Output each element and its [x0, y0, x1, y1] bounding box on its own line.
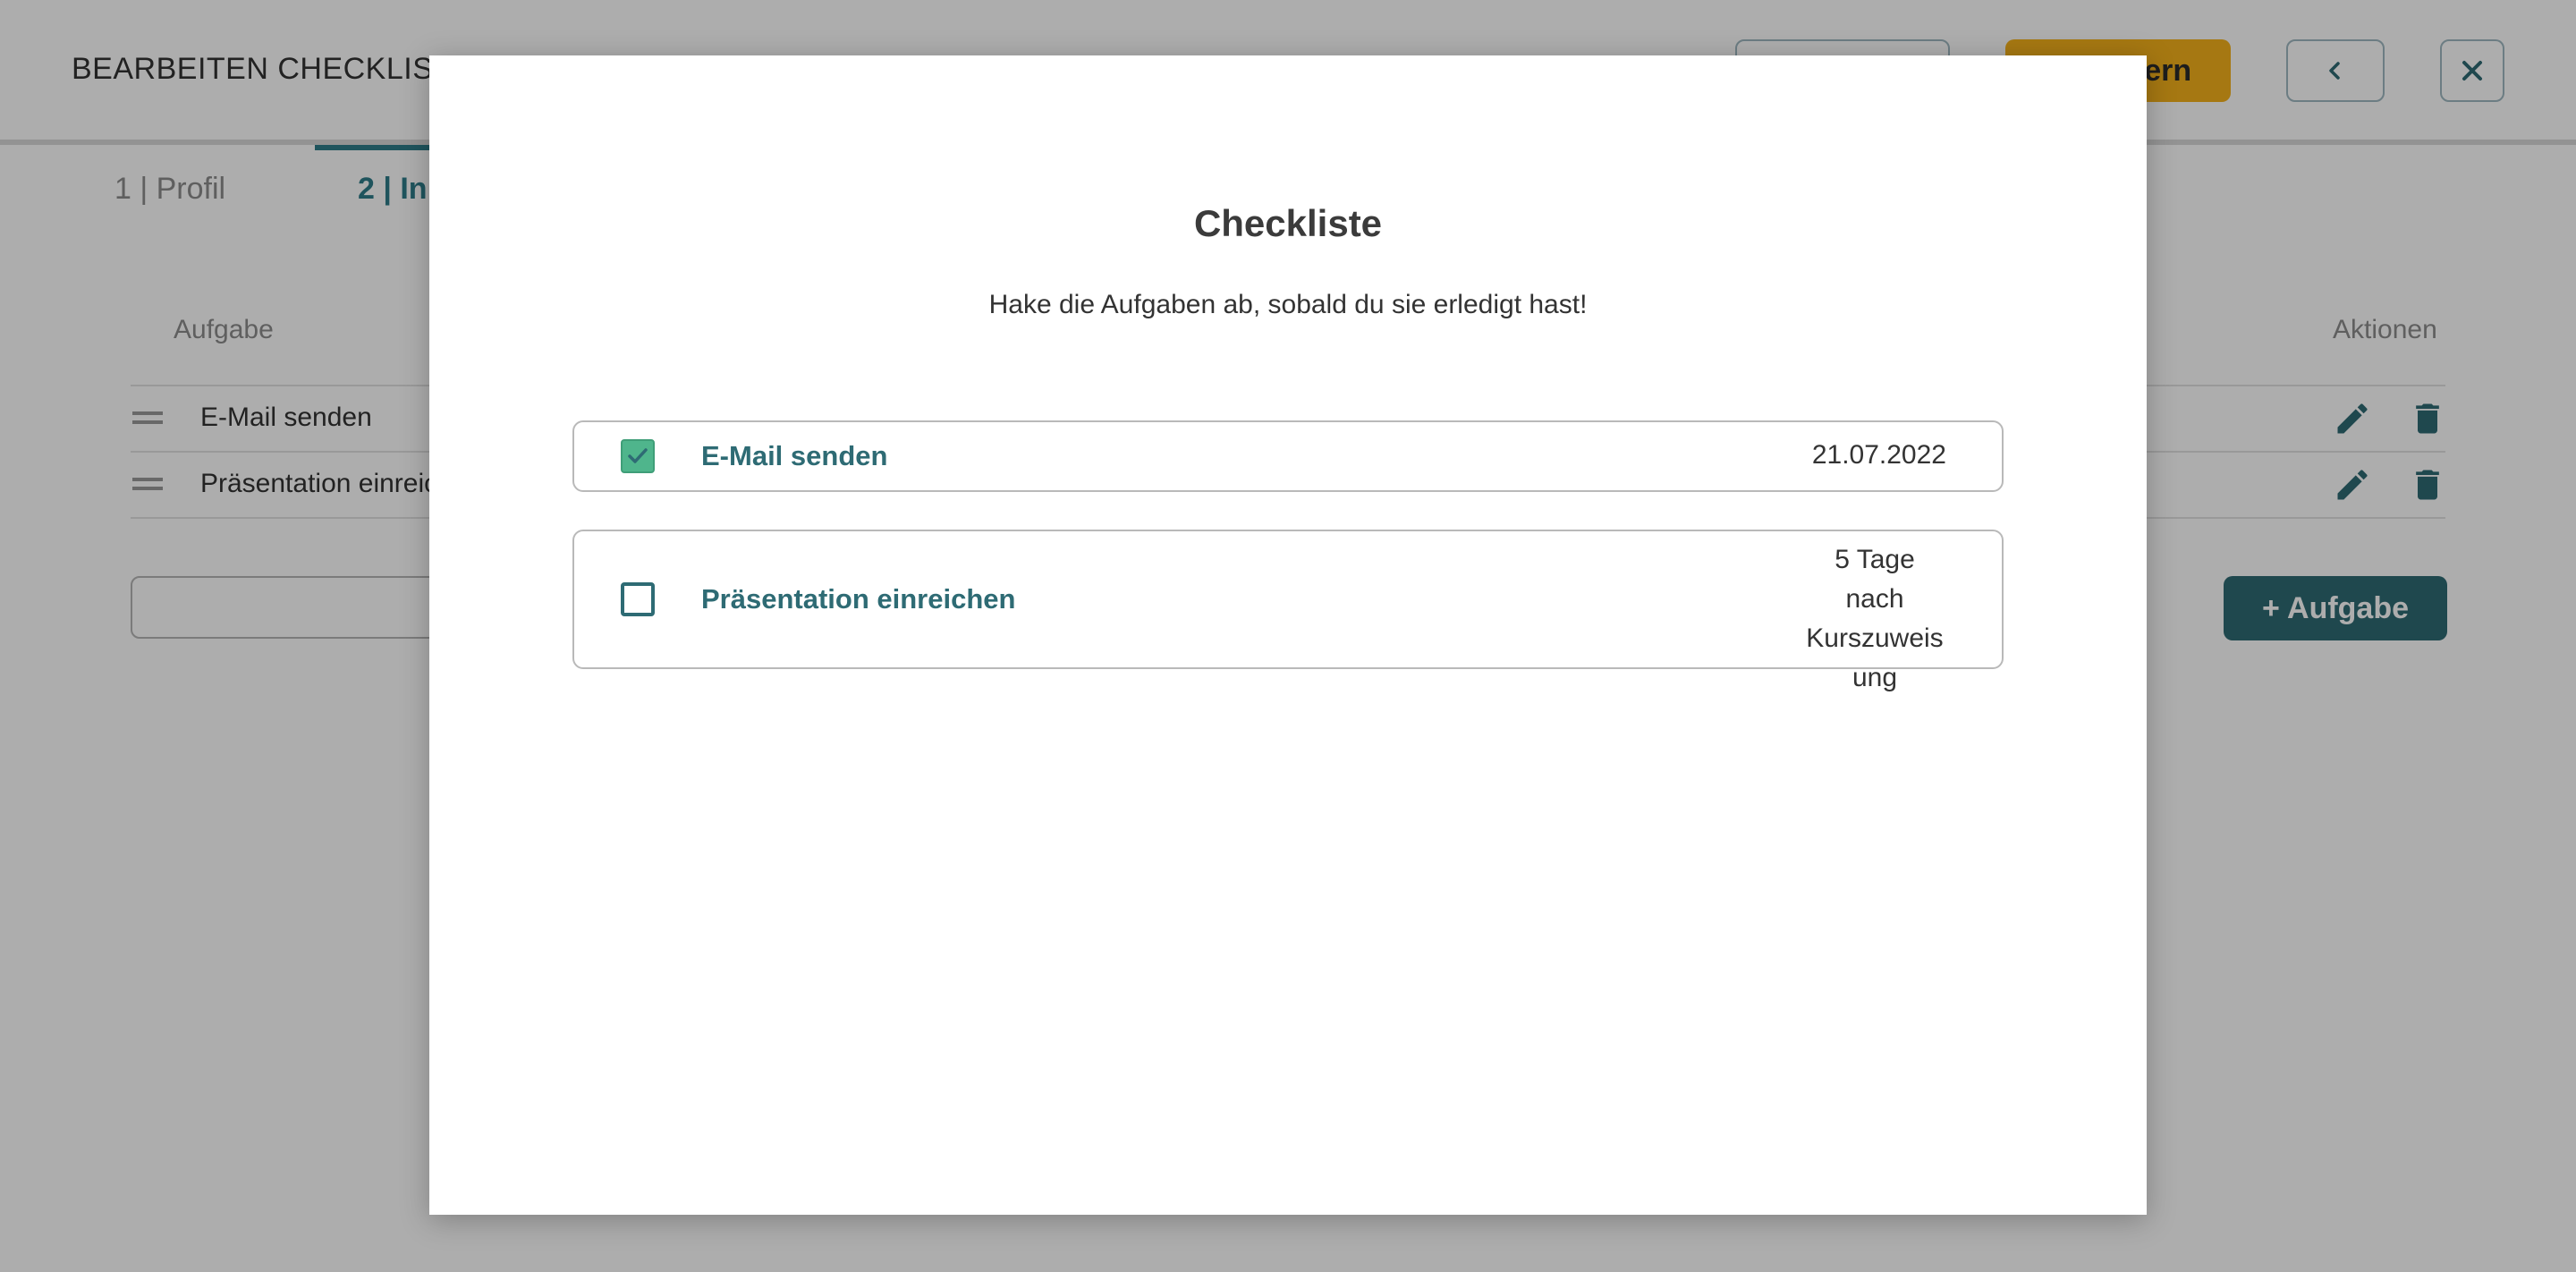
checklist-item[interactable]: E-Mail senden 21.07.2022	[572, 420, 2004, 492]
modal-title: Checkliste	[1193, 202, 1383, 244]
task-due-line: 5 Tage nach	[1835, 545, 1915, 614]
modal-subtitle: Hake die Aufgaben ab, sobald du sie erle…	[988, 290, 1588, 319]
check-icon	[628, 448, 648, 463]
task-checkbox[interactable]	[621, 439, 655, 473]
task-name: E-Mail senden	[701, 440, 888, 471]
task-due-line: Kurszuweis	[1806, 623, 1944, 653]
task-due-date: 21.07.2022	[1811, 440, 1946, 470]
task-name: Präsentation einreichen	[701, 583, 1016, 615]
task-due-date: 5 Tage nach Kurszuweis ung	[1803, 540, 1946, 698]
task-checkbox[interactable]	[621, 582, 655, 616]
checklist-modal: Checkliste Hake die Aufgaben ab, sobald …	[429, 55, 2147, 1215]
checklist-item[interactable]: Präsentation einreichen 5 Tage nach Kurs…	[572, 530, 2004, 692]
task-due-line: ung	[1852, 663, 1898, 692]
